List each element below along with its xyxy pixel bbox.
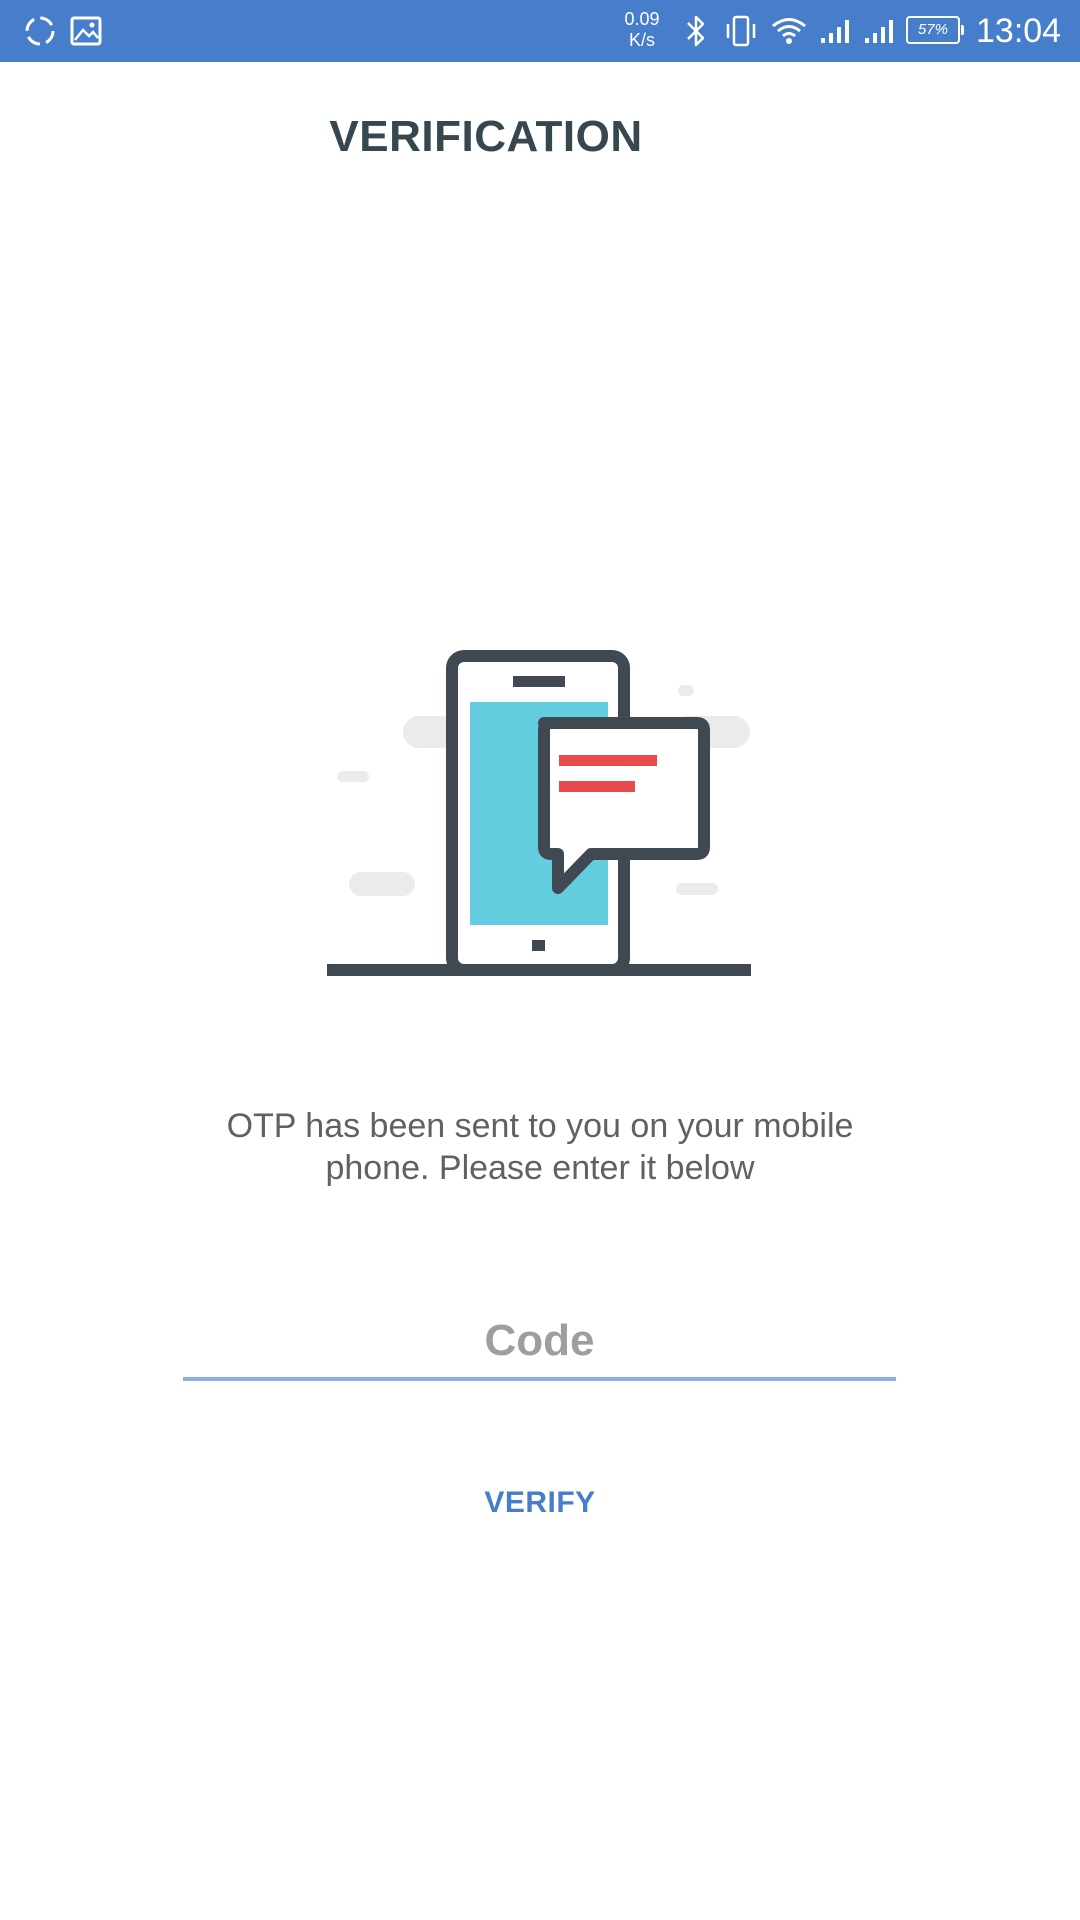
- verification-screen: 0.09 K/s 57% 13:04 VERIFICATION OTP has …: [0, 0, 1080, 1920]
- vibrate-icon: [720, 0, 762, 62]
- code-input[interactable]: [183, 1305, 896, 1381]
- battery-indicator: 57%: [906, 16, 964, 44]
- cloud-decoration: [349, 872, 415, 896]
- bluetooth-icon: [680, 0, 712, 62]
- phone-speaker: [513, 676, 565, 687]
- signal-icon: [860, 0, 900, 62]
- message-line: [559, 781, 635, 792]
- message-line: [559, 755, 657, 766]
- status-clock: 13:04: [976, 12, 1062, 50]
- network-speed: 0.09 K/s: [612, 9, 672, 51]
- image-icon: [66, 0, 106, 62]
- network-speed-unit: K/s: [628, 30, 655, 50]
- network-speed-value: 0.09: [624, 9, 660, 29]
- status-bar: 0.09 K/s 57% 13:04: [0, 0, 1080, 62]
- signal-icon: [816, 0, 856, 62]
- cloud-decoration: [676, 883, 718, 895]
- phone-home-button: [532, 940, 545, 951]
- verify-button[interactable]: VERIFY: [440, 1470, 640, 1536]
- wifi-icon: [768, 0, 810, 62]
- phone-message-illustration: [327, 650, 751, 976]
- otp-message-line-1: OTP has been sent to you on your mobile: [226, 1107, 854, 1145]
- otp-message: OTP has been sent to you on your mobile …: [140, 1105, 940, 1189]
- page-title: VERIFICATION: [329, 112, 643, 161]
- cloud-decoration: [337, 771, 369, 782]
- otp-message-line-2: phone. Please enter it below: [325, 1149, 755, 1187]
- cloud-decoration: [678, 685, 694, 696]
- sync-icon: [20, 0, 60, 62]
